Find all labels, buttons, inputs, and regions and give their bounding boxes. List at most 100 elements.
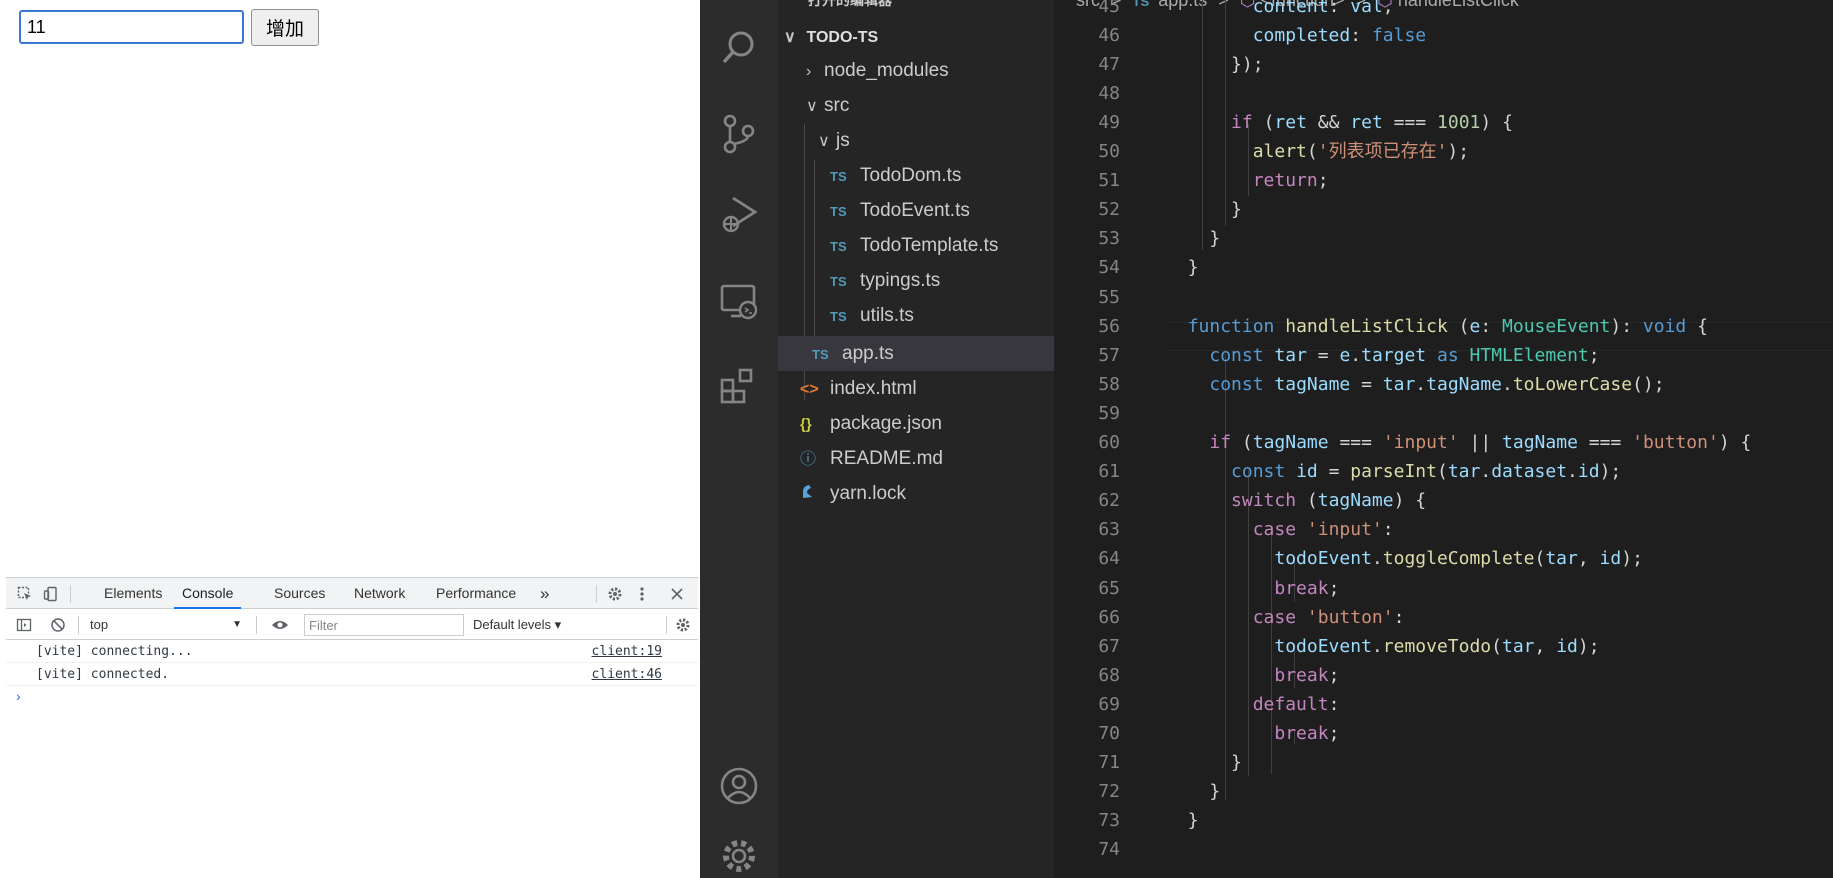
code-editor[interactable]: src > TS app.ts > ⬡ <function> > ⬡ handl…: [1054, 0, 1833, 878]
line-number: 63: [1098, 519, 1120, 541]
code-line[interactable]: return;: [1166, 166, 1329, 195]
code-line[interactable]: if (ret && ret === 1001) {: [1166, 108, 1513, 137]
code-line[interactable]: }: [1166, 777, 1220, 806]
close-icon[interactable]: [666, 578, 688, 609]
code-line[interactable]: todoEvent.removeTodo(tar, id);: [1166, 632, 1599, 661]
line-number: 46: [1098, 24, 1120, 46]
line-number: 67: [1098, 635, 1120, 657]
code-line[interactable]: }: [1166, 195, 1242, 224]
run-debug-icon[interactable]: [700, 184, 778, 244]
tab-sources[interactable]: Sources: [274, 578, 325, 609]
open-editors-label: 打开的编辑器: [808, 0, 892, 8]
tab-elements[interactable]: Elements: [104, 578, 162, 609]
code-line[interactable]: break;: [1166, 719, 1339, 748]
typescript-file-icon: TS: [830, 274, 847, 289]
add-button[interactable]: 增加: [251, 9, 319, 46]
log-levels-select[interactable]: Default levels ▾: [473, 614, 561, 635]
tree-item-node-modules[interactable]: › node_modules: [778, 53, 1054, 88]
code-line[interactable]: }: [1166, 748, 1242, 777]
code-line[interactable]: });: [1166, 50, 1264, 79]
more-tabs-button[interactable]: »: [540, 578, 549, 609]
search-icon[interactable]: [700, 18, 778, 78]
line-number: 66: [1098, 606, 1120, 628]
code-line[interactable]: }: [1166, 806, 1199, 835]
device-toolbar-icon[interactable]: [40, 578, 62, 609]
context-select[interactable]: top ▼: [86, 614, 246, 635]
tree-item-yarn-lock[interactable]: yarn.lock: [778, 476, 1054, 511]
console-filter-input[interactable]: [304, 614, 464, 636]
log-source-link[interactable]: client:46: [592, 663, 662, 686]
clear-console-icon[interactable]: [46, 609, 70, 640]
tab-console[interactable]: Console: [174, 578, 242, 609]
tree-item-index-html[interactable]: <> index.html: [778, 371, 1054, 406]
tree-item-readme[interactable]: ⓘ README.md: [778, 441, 1054, 476]
line-number: 59: [1098, 402, 1120, 424]
log-source-link[interactable]: client:19: [592, 640, 662, 663]
tree-item-label: typings.ts: [860, 270, 941, 291]
gear-icon[interactable]: [604, 578, 626, 609]
line-number: 72: [1098, 781, 1120, 803]
tree-item-typings[interactable]: TS typings.ts: [778, 263, 1054, 298]
account-icon[interactable]: [700, 756, 778, 816]
code-line[interactable]: case 'button':: [1166, 603, 1405, 632]
code-line[interactable]: break;: [1166, 661, 1339, 690]
tree-item-js[interactable]: ∨ js: [778, 123, 1054, 158]
tree-item-todoevent[interactable]: TS TodoEvent.ts: [778, 193, 1054, 228]
open-editors-header[interactable]: 打开的编辑器: [778, 0, 1054, 12]
divider: [256, 616, 257, 634]
tree-item-label: TodoEvent.ts: [860, 200, 970, 221]
code-line[interactable]: }: [1166, 253, 1199, 282]
code-line[interactable]: }: [1166, 224, 1220, 253]
inspect-element-icon[interactable]: [14, 578, 36, 609]
code-line[interactable]: alert('列表项已存在');: [1166, 137, 1469, 166]
extensions-icon[interactable]: [700, 356, 778, 416]
tree-item-todotemplate[interactable]: TS TodoTemplate.ts: [778, 228, 1054, 263]
tree-item-package-json[interactable]: {} package.json: [778, 406, 1054, 441]
divider: [596, 585, 597, 603]
devtools-panel: Elements Console Sources Network Perform…: [6, 577, 698, 878]
code-line[interactable]: content: val,: [1166, 0, 1394, 21]
tab-performance[interactable]: Performance: [436, 578, 516, 609]
breadcrumb-item[interactable]: handleListClick: [1398, 0, 1519, 10]
tree-item-label: yarn.lock: [830, 483, 907, 504]
remote-explorer-icon[interactable]: [700, 272, 778, 332]
project-root[interactable]: ∨ TODO-TS: [778, 25, 1054, 51]
code-line[interactable]: default:: [1166, 690, 1340, 719]
console-message: [vite] connected. client:46: [6, 663, 698, 686]
manage-gear-icon[interactable]: [700, 836, 778, 878]
source-control-icon[interactable]: [700, 104, 778, 164]
tab-network[interactable]: Network: [354, 578, 405, 609]
console-toolbar: top ▼ Default levels ▾: [6, 609, 698, 640]
tree-item-app-ts[interactable]: TS app.ts: [778, 336, 1054, 371]
sidebar-toggle-icon[interactable]: [12, 609, 36, 640]
code-line[interactable]: break;: [1166, 574, 1339, 603]
code-line[interactable]: case 'input':: [1166, 515, 1394, 544]
tree-item-tododom[interactable]: TS TodoDom.ts: [778, 158, 1054, 193]
console-settings-icon[interactable]: [672, 609, 694, 640]
line-number: 68: [1098, 664, 1120, 686]
code-line[interactable]: const id = parseInt(tar.dataset.id);: [1166, 457, 1621, 486]
code-line[interactable]: completed: false: [1166, 21, 1426, 50]
kebab-menu-icon[interactable]: [634, 578, 650, 609]
code-line[interactable]: switch (tagName) {: [1166, 486, 1426, 515]
chevron-down-icon: ∨: [806, 98, 818, 115]
typescript-file-icon: TS: [830, 309, 847, 324]
context-value: top: [90, 617, 109, 632]
code-line[interactable]: const tagName = tar.tagName.toLowerCase(…: [1166, 370, 1664, 399]
code-line[interactable]: const tar = e.target as HTMLElement;: [1166, 341, 1599, 370]
tree-item-src[interactable]: ∨ src: [778, 88, 1054, 123]
code-line[interactable]: todoEvent.toggleComplete(tar, id);: [1166, 544, 1643, 573]
typescript-file-icon: TS: [812, 347, 829, 362]
tree-item-utils[interactable]: TS utils.ts: [778, 298, 1054, 333]
typescript-file-icon: TS: [830, 169, 847, 184]
devtools-tab-bar: Elements Console Sources Network Perform…: [6, 578, 698, 609]
code-line[interactable]: function handleListClick (e: MouseEvent)…: [1166, 312, 1708, 341]
line-number: 73: [1098, 810, 1120, 832]
console-prompt[interactable]: ›: [16, 688, 21, 704]
eye-icon[interactable]: [268, 609, 292, 640]
todo-input[interactable]: [19, 10, 244, 44]
line-number: 70: [1098, 723, 1120, 744]
line-number: 55: [1098, 286, 1120, 308]
code-line[interactable]: if (tagName === 'input' || tagName === '…: [1166, 428, 1751, 457]
tree-item-label: README.md: [830, 448, 943, 469]
